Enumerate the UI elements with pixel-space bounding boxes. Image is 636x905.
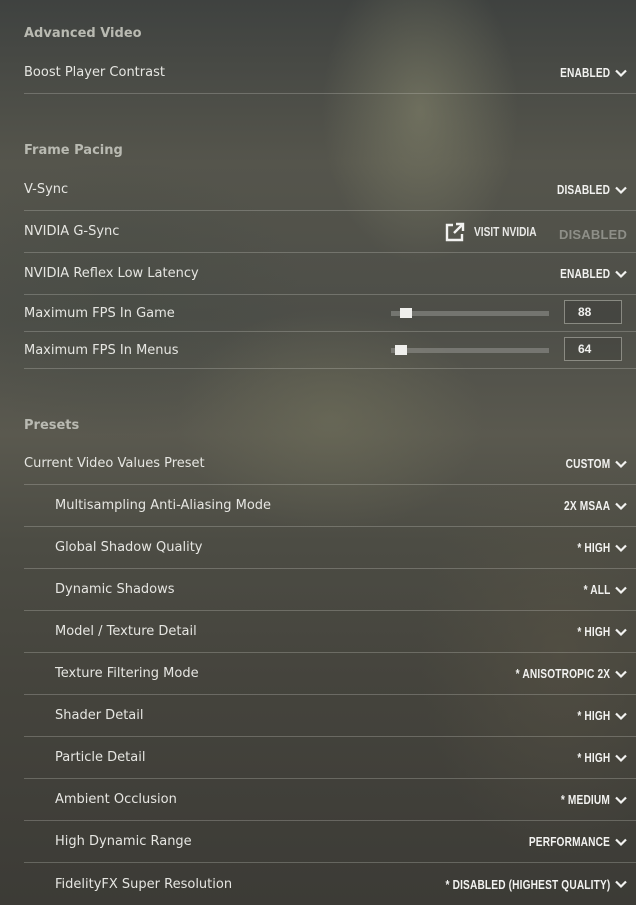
chevron-down-icon bbox=[615, 186, 627, 194]
setting-row-hdr: High Dynamic Range PERFORMANCE bbox=[24, 821, 636, 863]
slider-track bbox=[391, 311, 549, 316]
hdr-dropdown[interactable]: PERFORMANCE bbox=[506, 834, 628, 849]
setting-label: Model / Texture Detail bbox=[55, 624, 197, 639]
max-fps-game-input[interactable]: 88 bbox=[564, 300, 622, 324]
shader-detail-dropdown[interactable]: * HIGH bbox=[568, 708, 628, 723]
gsync-status: DISABLED bbox=[559, 226, 628, 242]
chevron-down-icon bbox=[615, 880, 627, 889]
setting-label: V-Sync bbox=[24, 182, 69, 197]
setting-row-video-preset: Current Video Values Preset CUSTOM bbox=[24, 443, 636, 485]
visit-nvidia-label: VISIT NVIDIA bbox=[474, 224, 537, 239]
slider-track bbox=[391, 348, 549, 353]
vsync-dropdown[interactable]: DISABLED bbox=[542, 182, 628, 197]
ambient-occlusion-dropdown[interactable]: * MEDIUM bbox=[547, 792, 628, 807]
msaa-dropdown[interactable]: 2X MSAA bbox=[551, 498, 628, 513]
setting-label: Texture Filtering Mode bbox=[55, 666, 199, 681]
setting-label: Shader Detail bbox=[55, 708, 144, 723]
fsr-dropdown[interactable]: * DISABLED (HIGHEST QUALITY) bbox=[399, 877, 628, 892]
dropdown-value: ENABLED bbox=[559, 266, 610, 281]
setting-row-vsync: V-Sync DISABLED bbox=[24, 169, 636, 211]
setting-row-shader-detail: Shader Detail * HIGH bbox=[24, 695, 636, 737]
setting-label: Ambient Occlusion bbox=[55, 792, 177, 807]
dropdown-value: DISABLED bbox=[556, 182, 610, 197]
setting-row-msaa: Multisampling Anti-Aliasing Mode 2X MSAA bbox=[24, 485, 636, 527]
setting-row-particle-detail: Particle Detail * HIGH bbox=[24, 737, 636, 779]
setting-label: Dynamic Shadows bbox=[55, 582, 175, 597]
chevron-down-icon bbox=[615, 460, 627, 468]
setting-label: NVIDIA Reflex Low Latency bbox=[24, 266, 199, 281]
setting-row-dynamic-shadows: Dynamic Shadows * ALL bbox=[24, 569, 636, 611]
chevron-down-icon bbox=[615, 544, 627, 552]
chevron-down-icon bbox=[615, 712, 627, 720]
setting-row-fsr: FidelityFX Super Resolution * DISABLED (… bbox=[24, 863, 636, 905]
setting-row-boost-player-contrast: Boost Player Contrast ENABLED bbox=[24, 52, 636, 94]
dropdown-value: 2X MSAA bbox=[563, 498, 610, 513]
chevron-down-icon bbox=[615, 502, 627, 510]
max-fps-menus-slider[interactable] bbox=[391, 345, 549, 355]
setting-label: Boost Player Contrast bbox=[24, 65, 165, 80]
section-title-frame-pacing: Frame Pacing bbox=[24, 143, 123, 158]
setting-row-gsync: NVIDIA G-Sync VISIT NVIDIA DISABLED bbox=[24, 211, 636, 253]
setting-label: Particle Detail bbox=[55, 750, 146, 765]
setting-row-max-fps-menus: Maximum FPS In Menus 64 bbox=[24, 332, 636, 369]
setting-row-ambient-occlusion: Ambient Occlusion * MEDIUM bbox=[24, 779, 636, 821]
shadow-quality-dropdown[interactable]: * HIGH bbox=[568, 540, 628, 555]
chevron-down-icon bbox=[615, 838, 627, 846]
chevron-down-icon bbox=[615, 270, 627, 278]
visit-nvidia-link[interactable]: VISIT NVIDIA bbox=[444, 221, 554, 243]
external-link-icon bbox=[445, 222, 465, 241]
dropdown-value: ENABLED bbox=[559, 65, 610, 80]
chevron-down-icon bbox=[615, 754, 627, 762]
setting-row-model-texture: Model / Texture Detail * HIGH bbox=[24, 611, 636, 653]
dropdown-value: * ALL bbox=[583, 582, 610, 597]
dropdown-value: * HIGH bbox=[576, 540, 610, 555]
chevron-down-icon bbox=[615, 670, 627, 678]
reflex-dropdown[interactable]: ENABLED bbox=[546, 266, 628, 281]
chevron-down-icon bbox=[615, 586, 627, 594]
setting-label: High Dynamic Range bbox=[55, 834, 192, 849]
setting-label: FidelityFX Super Resolution bbox=[55, 876, 233, 892]
slider-handle[interactable] bbox=[400, 308, 412, 318]
texture-filtering-dropdown[interactable]: * ANISOTROPIC 2X bbox=[489, 666, 628, 681]
dropdown-value: * HIGH bbox=[576, 708, 610, 723]
dropdown-value: PERFORMANCE bbox=[528, 834, 610, 849]
video-preset-dropdown[interactable]: CUSTOM bbox=[553, 456, 628, 471]
chevron-down-icon bbox=[615, 628, 627, 636]
section-title-presets: Presets bbox=[24, 418, 80, 433]
dropdown-value: * HIGH bbox=[576, 624, 610, 639]
setting-row-reflex: NVIDIA Reflex Low Latency ENABLED bbox=[24, 253, 636, 295]
setting-row-max-fps-game: Maximum FPS In Game 88 bbox=[24, 295, 636, 332]
dropdown-value: CUSTOM bbox=[565, 456, 610, 471]
chevron-down-icon bbox=[615, 69, 627, 77]
setting-row-texture-filtering: Texture Filtering Mode * ANISOTROPIC 2X bbox=[24, 653, 636, 695]
dynamic-shadows-dropdown[interactable]: * ALL bbox=[576, 582, 628, 597]
max-fps-menus-input[interactable]: 64 bbox=[564, 337, 622, 361]
slider-handle[interactable] bbox=[395, 345, 407, 355]
boost-player-contrast-dropdown[interactable]: ENABLED bbox=[546, 65, 628, 80]
particle-detail-dropdown[interactable]: * HIGH bbox=[568, 750, 628, 765]
chevron-down-icon bbox=[615, 796, 627, 804]
dropdown-value: * HIGH bbox=[576, 750, 610, 765]
max-fps-game-slider[interactable] bbox=[391, 308, 549, 318]
section-title-advanced-video: Advanced Video bbox=[24, 26, 142, 41]
setting-row-shadow-quality: Global Shadow Quality * HIGH bbox=[24, 527, 636, 569]
setting-label: Global Shadow Quality bbox=[55, 540, 203, 555]
dropdown-value: * ANISOTROPIC 2X bbox=[515, 666, 610, 681]
dropdown-value: * MEDIUM bbox=[560, 792, 610, 807]
model-texture-dropdown[interactable]: * HIGH bbox=[568, 624, 628, 639]
dropdown-value: * DISABLED (HIGHEST QUALITY) bbox=[445, 876, 610, 892]
setting-label: Current Video Values Preset bbox=[24, 456, 205, 471]
setting-label: Multisampling Anti-Aliasing Mode bbox=[55, 498, 272, 513]
